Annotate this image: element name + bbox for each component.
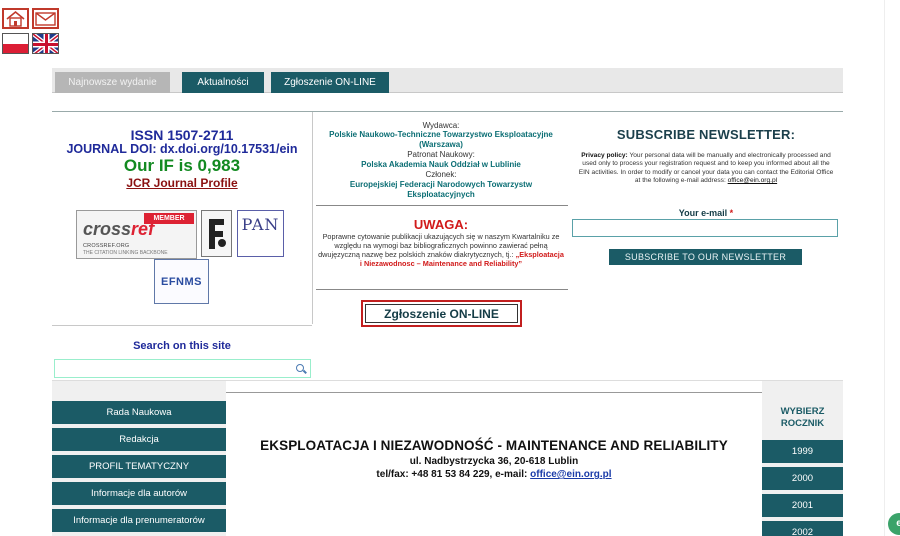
required-mark: * xyxy=(729,208,734,218)
home-icon[interactable] xyxy=(2,8,29,29)
pan-logo-text: PAN xyxy=(241,215,280,234)
nav-item-thematic-profile[interactable]: PROFIL TEMATYCZNY xyxy=(52,455,226,478)
crossref-wordmark: crossref xyxy=(83,219,154,240)
pzitb-logo[interactable] xyxy=(201,210,232,257)
year-select-title: WYBIERZ ROCZNIK xyxy=(762,406,843,430)
center-divider xyxy=(226,392,762,393)
email-label-text: Your e-mail xyxy=(678,208,728,218)
doi-label: JOURNAL DOI: dx.doi.org/10.17531/ein xyxy=(66,142,298,156)
nav-item-authors-info[interactable]: Informacje dla autorów xyxy=(52,482,226,505)
subscribe-button[interactable]: SUBSCRIBE TO OUR NEWSLETTER xyxy=(609,249,802,265)
newsletter-title: SUBSCRIBE NEWSLETTER: xyxy=(616,127,796,142)
tab-latest-issue[interactable]: Najnowsze wydanie xyxy=(55,72,170,93)
jcr-profile-link[interactable]: JCR Journal Profile xyxy=(52,176,312,190)
email-label: Your e-mail * xyxy=(572,208,840,218)
journal-contact-email[interactable]: office@ein.org.pl xyxy=(530,469,611,480)
privacy-policy-email[interactable]: office@ein.org.pl xyxy=(728,177,777,184)
journal-title: EKSPLOATACJA I NIEZAWODNOŚĆ - MAINTENANC… xyxy=(260,438,728,453)
patronage-label: Patronat Naukowy: xyxy=(407,150,475,159)
flag-pl-icon[interactable] xyxy=(2,33,29,54)
uk-flag-glyph xyxy=(33,34,58,53)
online-submission-button[interactable]: Zgłoszenie ON-LINE xyxy=(361,300,522,327)
journal-contact: tel/fax: +48 81 53 84 229, e-mail: offic… xyxy=(226,469,762,480)
year-item[interactable]: 2001 xyxy=(762,494,843,517)
notice-title: UWAGA: xyxy=(413,217,469,232)
home-icon-glyph xyxy=(6,10,25,27)
privacy-policy-label: Privacy policy: xyxy=(581,152,628,159)
tab-news[interactable]: Aktualności xyxy=(182,72,264,93)
scrollbar[interactable] xyxy=(884,0,900,536)
online-submission-label: Zgłoszenie ON-LINE xyxy=(365,304,518,323)
impact-factor: Our IF is 0,983 xyxy=(123,156,241,175)
search-title: Search on this site xyxy=(133,340,231,352)
year-select-title-line2: ROCZNIK xyxy=(780,418,825,429)
year-item[interactable]: 2000 xyxy=(762,467,843,490)
divider xyxy=(316,205,568,206)
year-item[interactable]: 2002 xyxy=(762,521,843,536)
tab-online-submission[interactable]: Zgłoszenie ON-LINE xyxy=(271,72,389,93)
year-select-title-line1: WYBIERZ xyxy=(780,406,825,417)
divider xyxy=(52,111,843,112)
crossref-site: CROSSREF.ORG xyxy=(83,243,130,249)
pan-logo[interactable]: PAN xyxy=(237,210,284,257)
member-label: Członek: xyxy=(425,170,457,179)
search-icon[interactable] xyxy=(296,364,304,372)
envelope-icon-glyph xyxy=(35,12,56,26)
column-divider xyxy=(312,112,313,324)
crossref-logo[interactable]: MEMBER crossref CROSSREF.ORG THE CITATIO… xyxy=(76,210,197,259)
mail-icon[interactable] xyxy=(32,8,59,29)
divider xyxy=(316,289,568,290)
privacy-policy-text: Privacy policy: Your personal data will … xyxy=(576,152,836,186)
journal-address: ul. Nadbystrzycka 36, 20-618 Lublin xyxy=(409,456,579,467)
patronage-name[interactable]: Polska Akademia Nauk Oddział w Lublinie xyxy=(316,160,566,170)
crossref-wordmark-b: ref xyxy=(131,219,155,239)
efnms-logo[interactable]: EFNMS xyxy=(154,259,209,304)
publisher-name[interactable]: Polskie Naukowo-Techniczne Towarzystwo E… xyxy=(316,130,566,149)
nav-item-subscribers-info[interactable]: Informacje dla prenumeratorów xyxy=(52,509,226,532)
divider xyxy=(52,325,312,326)
crossref-wordmark-a: cross xyxy=(83,219,132,239)
nav-item-scientific-board[interactable]: Rada Naukowa xyxy=(52,401,226,424)
year-item[interactable]: 1999 xyxy=(762,440,843,463)
notice-text: Poprawne cytowanie publikacji ukazującyc… xyxy=(318,232,564,268)
pan-logo-subtext xyxy=(238,244,283,249)
crossref-tagline: THE CITATION LINKING BACKBONE xyxy=(83,250,168,256)
tab-bar xyxy=(52,68,843,93)
nav-item-editorial[interactable]: Redakcja xyxy=(52,428,226,451)
search-input[interactable] xyxy=(54,359,311,378)
journal-contact-phone: tel/fax: +48 81 53 84 229, e-mail: xyxy=(376,469,528,480)
flag-uk-icon[interactable] xyxy=(32,33,59,54)
email-field[interactable] xyxy=(572,219,838,237)
member-name[interactable]: Europejskiej Federacji Narodowych Towarz… xyxy=(316,180,566,199)
issn-label: ISSN 1507-2711 xyxy=(130,127,234,143)
pzitb-logo-glyph xyxy=(209,219,226,249)
